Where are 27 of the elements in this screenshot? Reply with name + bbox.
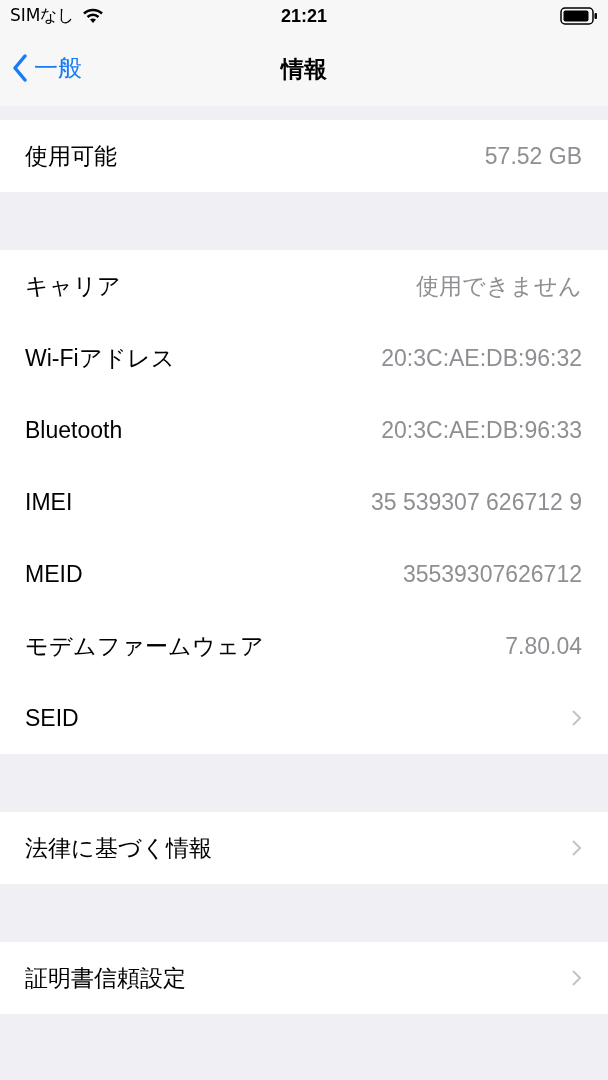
chevron-icon[interactable] [571,839,582,857]
chevron-icon[interactable] [571,969,582,987]
wifi-icon [82,8,105,24]
back-chevron-icon [12,54,28,82]
carrier-text: SIMなし [10,4,75,28]
row-value: 57.52 GB [484,141,582,171]
row-label: Bluetooth [25,415,123,445]
row-label: モデムファームウェア [25,631,264,661]
row-label: 使用可能 [25,141,117,171]
row-value: 20:3C:AE:DB:96:33 [381,415,582,445]
clock-text: 21:21 [280,4,327,28]
row-value: 20:3C:AE:DB:96:32 [381,343,582,373]
back-button[interactable]: 一般 [12,50,82,86]
row-label: 証明書信頼設定 [25,963,186,993]
row-label: 法律に基づく情報 [25,833,212,863]
battery-icon [560,7,598,25]
row-label: キャリア [25,271,121,301]
row-value: 7.80.04 [505,631,582,661]
row-label: SEID [25,703,79,733]
row-label: Wi-Fiアドレス [25,343,175,373]
row-value: 使用できません [416,271,582,301]
nav-title: 情報 [281,54,327,84]
row-value: 35 539307 626712 9 [370,487,582,517]
row-value: 35539307626712 [402,559,582,589]
row-label: IMEI [25,487,73,517]
row-label: MEID [25,559,83,589]
chevron-icon[interactable] [571,709,582,727]
